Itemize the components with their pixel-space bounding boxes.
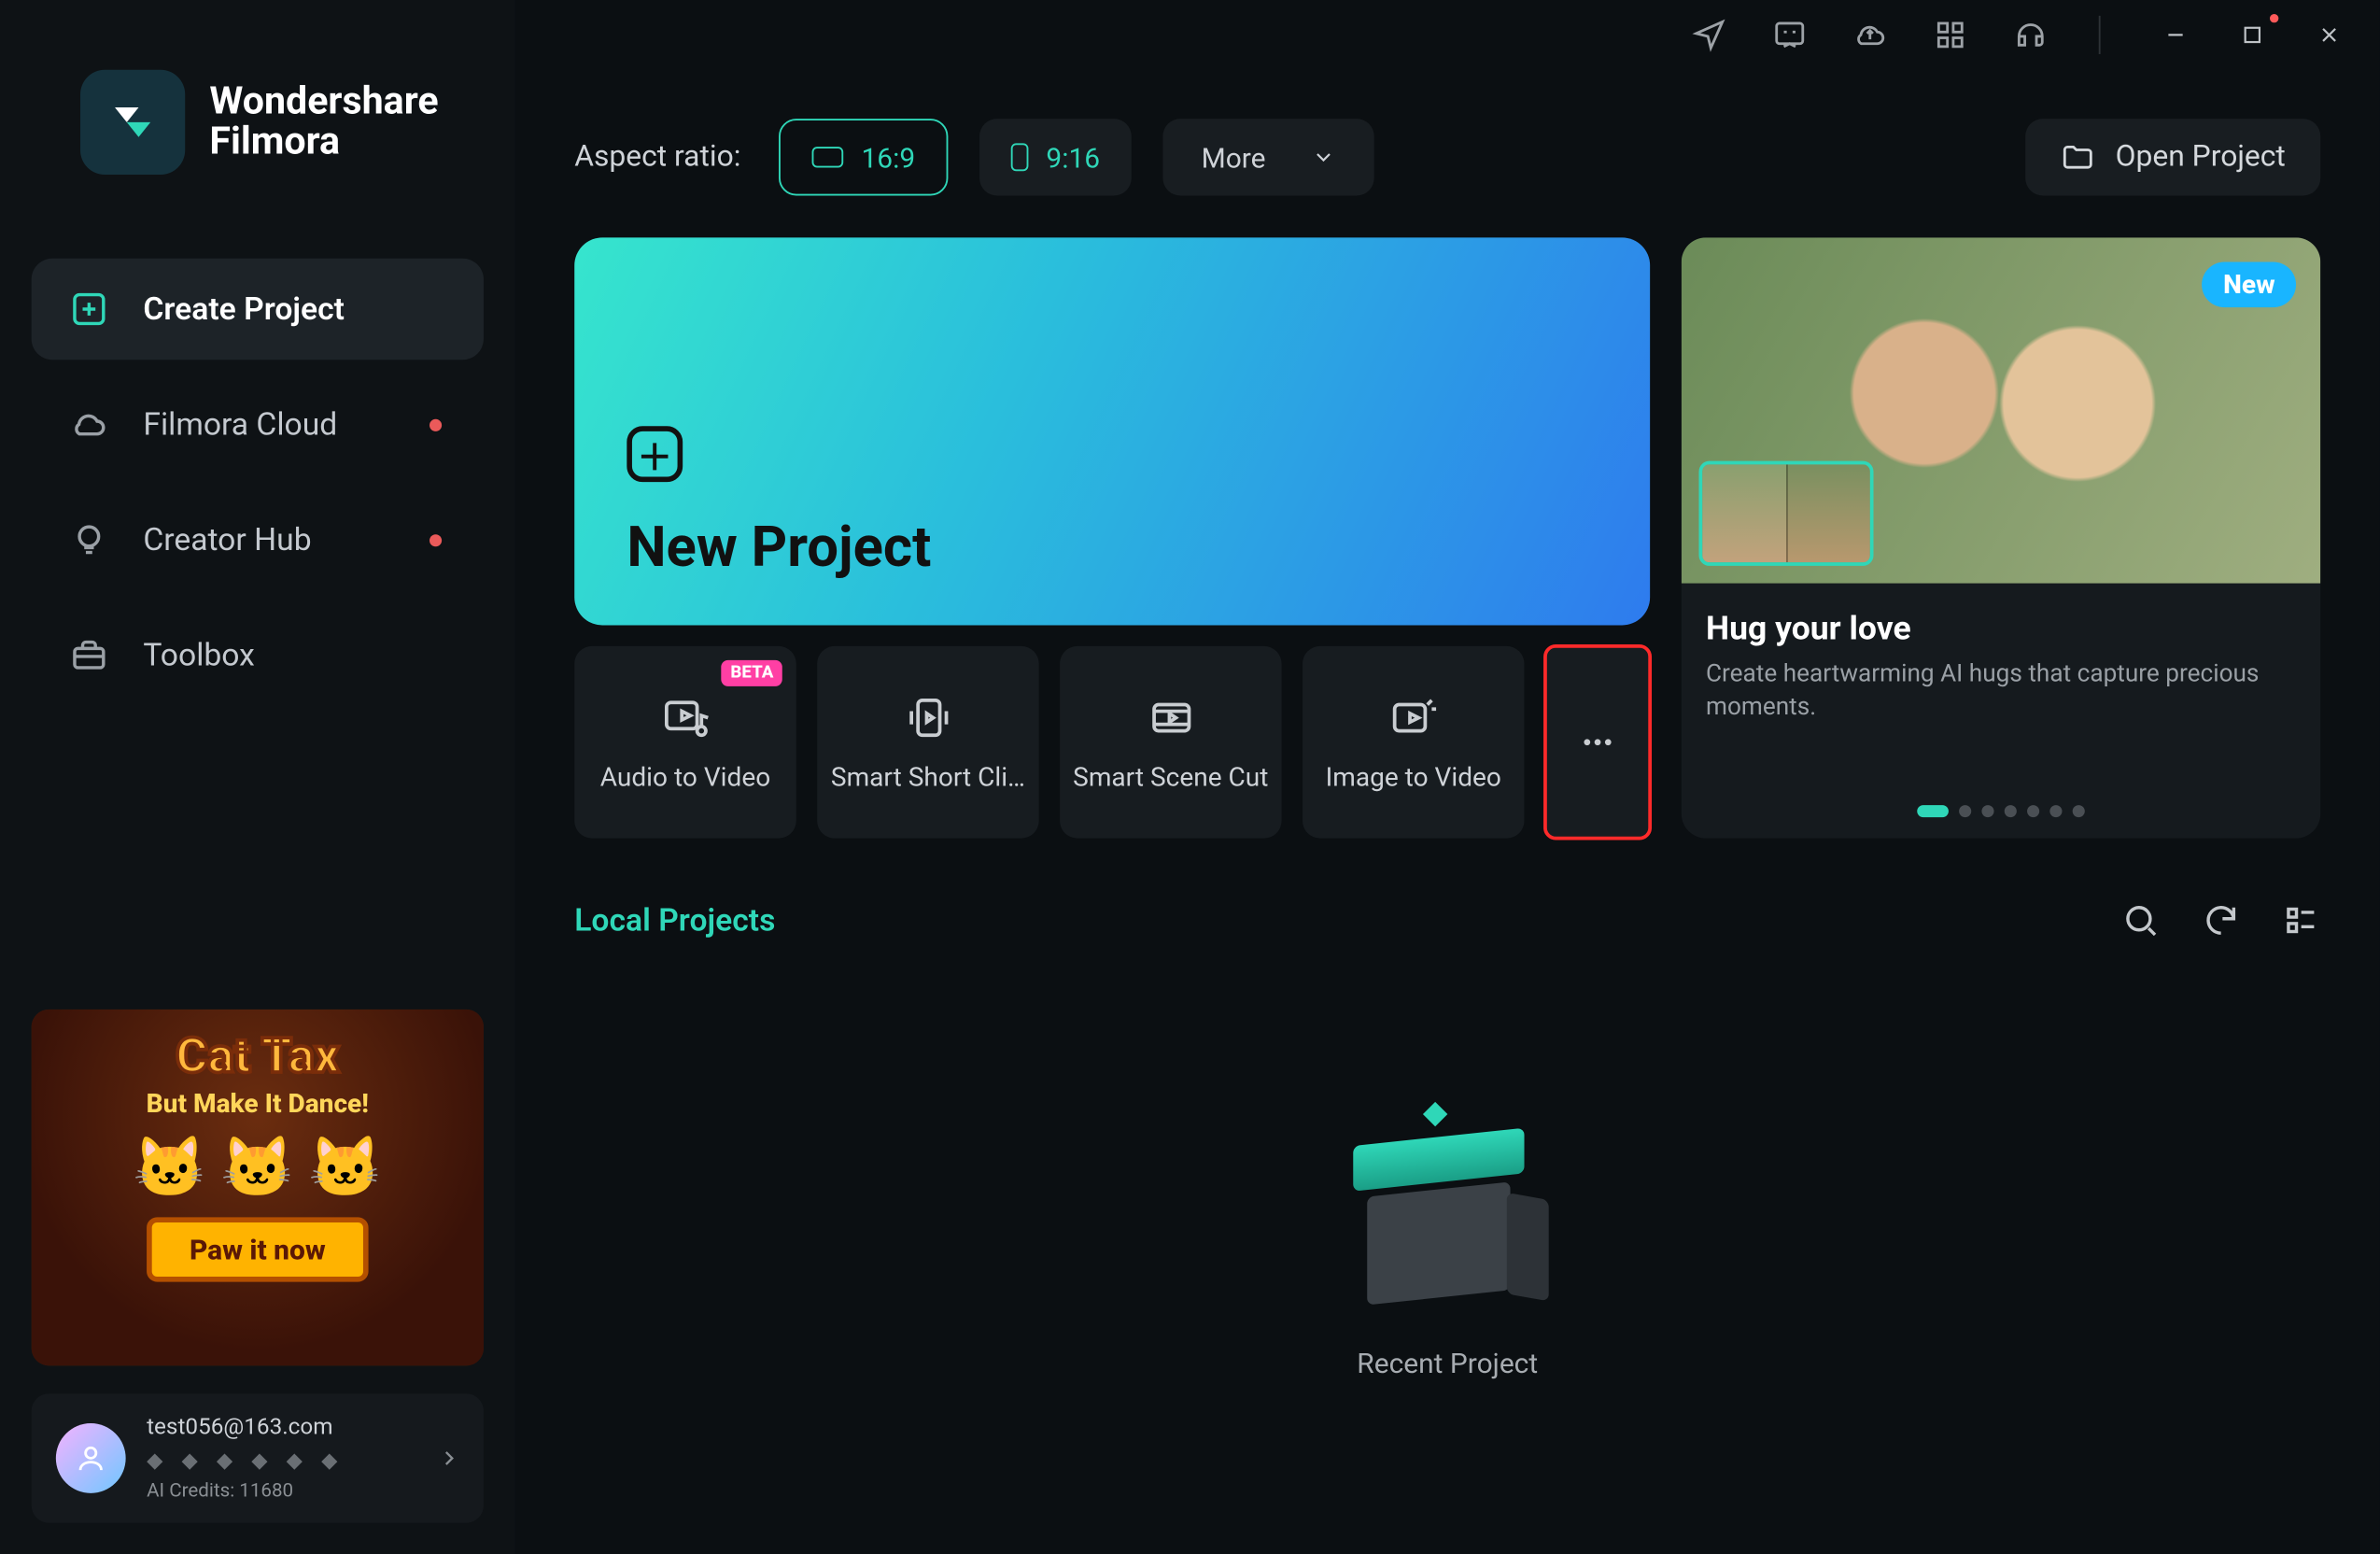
sidebar-item-label: Create Project [143,290,345,327]
open-project-label: Open Project [2116,140,2286,175]
cloud-upload-icon[interactable] [1851,16,1889,54]
promo-banner[interactable]: Cat Tax But Make It Dance! 🐱🐱🐱 Paw it no… [32,1010,484,1365]
feature-title: Hug your love [1706,608,2296,648]
more-label: More [1202,141,1266,175]
sidebar-item-filmora-cloud[interactable]: Filmora Cloud [32,374,484,474]
brand-line2: Filmora [209,120,438,164]
landscape-icon [812,147,844,167]
tile-label: Smart Short Cli… [831,761,1025,793]
tile-smart-short-clips[interactable]: Smart Short Cli… [817,646,1038,839]
sidebar-item-creator-hub[interactable]: Creator Hub [32,489,484,590]
tile-label: Image to Video [1326,761,1501,793]
bulb-icon [70,520,108,558]
aspect-ratio-value: 16:9 [861,141,915,175]
carousel-dots[interactable] [1682,805,2320,817]
new-badge: New [2203,262,2296,308]
titlebar [515,0,2380,70]
plus-square-icon [70,290,108,328]
image-video-icon [1387,692,1440,744]
brand-line1: Wondershare [209,80,438,124]
sidebar-item-label: Toolbox [143,637,255,673]
plus-icon: ＋ [627,426,683,482]
toolbox-icon [70,636,108,674]
feedback-icon[interactable] [1770,16,1809,54]
section-title: Local Projects [574,902,775,939]
brand: Wondershare Filmora [32,70,484,227]
tile-smart-scene-cut[interactable]: Smart Scene Cut [1060,646,1281,839]
feature-card[interactable]: New Hug your love Create heartwarming AI… [1682,237,2320,838]
notification-dot [430,418,442,431]
audio-video-icon [659,692,711,744]
user-badges: ◆◆◆◆◆◆ [147,1448,417,1472]
tile-more-button[interactable] [1545,646,1650,839]
tile-audio-to-video[interactable]: BETA Audio to Video [574,646,796,839]
notification-dot [430,533,442,545]
empty-state-label: Recent Project [1357,1346,1538,1379]
more-dots-icon [1577,721,1619,763]
app-logo [80,70,185,175]
apps-grid-icon[interactable] [1931,16,1969,54]
search-icon[interactable] [2121,901,2160,939]
promo-subtitle: But Make It Dance! [32,1088,484,1120]
aspect-ratio-more-button[interactable]: More [1162,119,1373,195]
aspect-ratio-9-16-button[interactable]: 9:16 [979,119,1131,195]
sidebar-nav: Create Project Filmora Cloud Creator Hub [32,259,484,706]
tile-label: Audio to Video [600,761,770,793]
local-projects-header: Local Projects [515,839,2380,939]
list-view-icon[interactable] [2282,901,2320,939]
sidebar-item-toolbox[interactable]: Toolbox [32,604,484,705]
chevron-right-icon [438,1448,458,1468]
main-content: Aspect ratio: 16:9 9:16 More Open Projec… [515,0,2380,1554]
tile-label: Smart Scene Cut [1073,761,1268,793]
avatar [56,1423,126,1493]
aspect-ratio-value: 9:16 [1046,141,1100,175]
aspect-ratio-label: Aspect ratio: [574,140,740,175]
send-icon[interactable] [1690,16,1728,54]
sidebar: Wondershare Filmora Create Project Filmo… [0,0,515,1554]
refresh-icon[interactable] [2202,901,2240,939]
aspect-ratio-bar: Aspect ratio: 16:9 9:16 More Open Projec… [515,70,2380,196]
scene-cut-icon [1145,692,1197,744]
empty-box-icon [1343,1115,1552,1307]
user-credits: AI Credits: 11680 [147,1479,417,1502]
promo-cta-button[interactable]: Paw it now [146,1217,369,1281]
quick-tools-row: BETA Audio to Video Smart Short Cli… Sma… [574,625,1650,838]
window-maximize-button[interactable] [2236,20,2268,51]
new-project-title: New Project [627,514,1598,580]
beta-badge: BETA [722,660,782,686]
feature-image: New [1682,237,2320,583]
feature-description: Create heartwarming AI hugs that capture… [1706,658,2296,725]
short-clips-icon [902,692,954,744]
window-minimize-button[interactable] [2160,20,2191,51]
cloud-icon [70,405,108,444]
promo-illustration: 🐱🐱🐱 [32,1134,484,1204]
aspect-ratio-16-9-button[interactable]: 16:9 [780,119,949,195]
new-project-hero[interactable]: ＋ New Project [574,237,1650,625]
folder-icon [2060,140,2094,175]
sidebar-item-label: Creator Hub [143,521,311,558]
user-account-row[interactable]: test056@163.com ◆◆◆◆◆◆ AI Credits: 11680 [32,1393,484,1522]
user-email: test056@163.com [147,1415,417,1441]
sidebar-item-label: Filmora Cloud [143,406,337,443]
window-close-button[interactable] [2314,20,2345,51]
feature-thumbnails [1699,461,1874,566]
chevron-down-icon [1311,145,1335,169]
sidebar-item-create-project[interactable]: Create Project [32,259,484,360]
promo-title: Cat Tax [32,1027,484,1085]
empty-state: Recent Project [515,939,2380,1554]
portrait-icon [1011,143,1029,171]
open-project-button[interactable]: Open Project [2024,119,2320,195]
tile-image-to-video[interactable]: Image to Video [1303,646,1524,839]
headset-icon[interactable] [2011,16,2049,54]
